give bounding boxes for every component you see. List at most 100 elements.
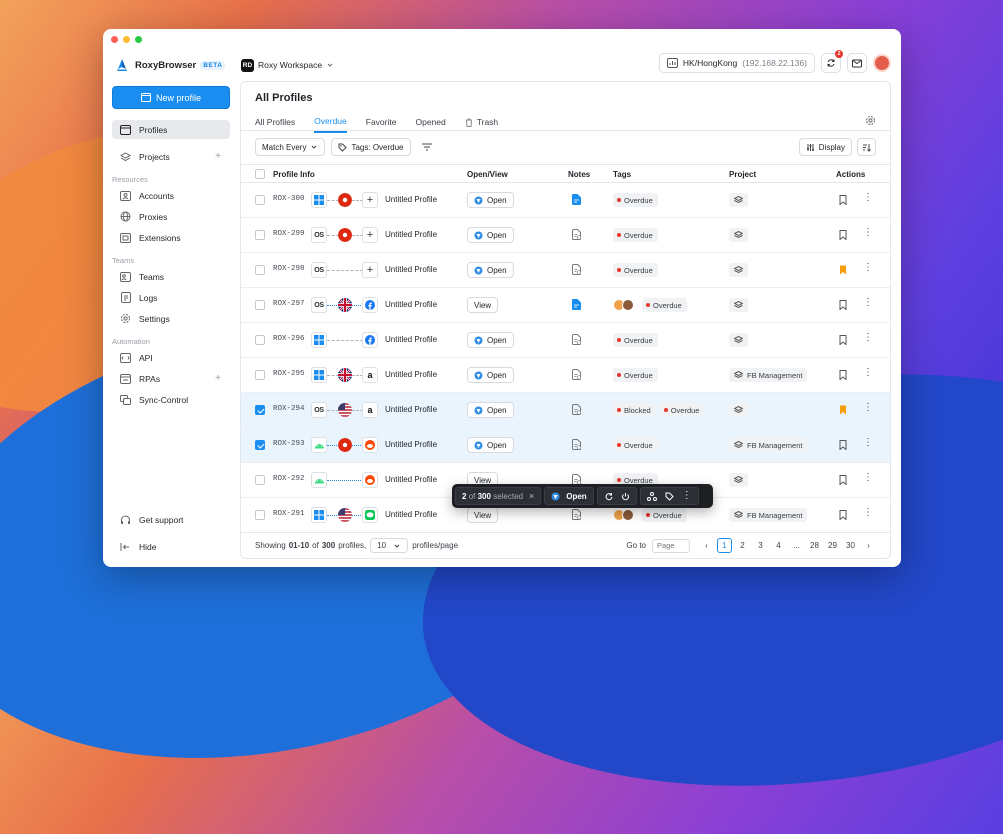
row-more-icon[interactable]: ⋮ [863, 508, 873, 518]
sidebar-item-settings[interactable]: Settings [112, 309, 230, 328]
project-chip[interactable] [729, 403, 748, 417]
add-note-icon[interactable] [572, 369, 581, 380]
power-icon[interactable] [621, 492, 630, 501]
page-size-select[interactable]: 10 [370, 538, 409, 553]
tag-chip[interactable]: Overdue [659, 403, 705, 417]
table-row[interactable]: ROX-295 a Untitled Profile Open Overdue FB Ma… [241, 358, 890, 393]
open-profile-button[interactable]: View [467, 297, 499, 313]
close-window-button[interactable] [111, 35, 118, 43]
open-profile-button[interactable]: Open [467, 402, 514, 418]
sidebar-item-rpas[interactable]: RPAs + [112, 369, 230, 388]
bookmark-filled-icon[interactable] [839, 265, 847, 275]
row-more-icon[interactable]: ⋮ [863, 193, 873, 203]
tag-chip[interactable]: Overdue [613, 193, 658, 207]
mail-button[interactable] [847, 53, 867, 73]
open-profile-button[interactable]: Open [467, 262, 514, 278]
row-checkbox[interactable] [255, 440, 265, 450]
row-more-icon[interactable]: ⋮ [863, 333, 873, 343]
bookmark-filled-icon[interactable] [839, 405, 847, 415]
add-note-icon[interactable] [572, 334, 581, 345]
note-filled-icon[interactable] [572, 194, 581, 205]
bookmark-icon[interactable] [839, 475, 847, 485]
add-project-icon[interactable]: + [215, 151, 221, 162]
filter-icon[interactable] [421, 142, 433, 152]
add-note-icon[interactable] [572, 439, 581, 450]
more-actions-icon[interactable]: ⋮ [682, 491, 692, 501]
sidebar-item-sync-control[interactable]: Sync-Control [112, 390, 230, 409]
share-icon[interactable] [646, 491, 657, 501]
page-button[interactable]: 1 [717, 538, 732, 553]
row-more-icon[interactable]: ⋮ [863, 403, 873, 413]
tags-filter[interactable]: Tags: Overdue [331, 138, 411, 156]
sidebar-item-logs[interactable]: Logs [112, 288, 230, 307]
table-row[interactable]: ROX-296 Untitled Profile Open Overdue ⋮ [241, 323, 890, 358]
project-chip[interactable] [729, 263, 748, 277]
page-button[interactable]: 4 [771, 538, 786, 553]
table-row[interactable]: ROX-298 OS + Untitled Profile Open Overdue ⋮ [241, 253, 890, 288]
bookmark-icon[interactable] [839, 370, 847, 380]
new-profile-button[interactable]: New profile [112, 86, 230, 109]
row-more-icon[interactable]: ⋮ [863, 368, 873, 378]
sidebar-item-extensions[interactable]: Extensions [112, 228, 230, 247]
open-profile-button[interactable]: Open [467, 192, 514, 208]
page-button[interactable]: 28 [807, 538, 822, 553]
tag-chip[interactable]: Overdue [613, 263, 658, 277]
proxy-indicator[interactable]: HK/HongKong (192.168.22.136) [658, 53, 815, 73]
bookmark-icon[interactable] [839, 335, 847, 345]
project-chip[interactable] [729, 193, 748, 207]
get-support-link[interactable]: Get support [112, 510, 230, 529]
open-profile-button[interactable]: Open [467, 332, 514, 348]
add-note-icon[interactable] [572, 509, 581, 520]
tag-chip[interactable]: Overdue [613, 438, 658, 452]
sync-button[interactable]: 2 [821, 50, 843, 73]
sidebar-item-accounts[interactable]: Accounts [112, 186, 230, 205]
bookmark-icon[interactable] [839, 230, 847, 240]
bookmark-icon[interactable] [839, 440, 847, 450]
tag-chip[interactable]: Overdue [613, 368, 658, 382]
add-rpa-icon[interactable]: + [215, 373, 221, 384]
row-checkbox[interactable] [255, 265, 265, 275]
clear-selection-icon[interactable]: × [529, 491, 534, 501]
row-checkbox[interactable] [255, 230, 265, 240]
tag-icon[interactable] [665, 492, 674, 501]
row-checkbox[interactable] [255, 475, 265, 485]
row-checkbox[interactable] [255, 300, 265, 310]
match-select[interactable]: Match Every [255, 138, 326, 156]
page-button[interactable]: 29 [825, 538, 840, 553]
sidebar-item-api[interactable]: API [112, 348, 230, 367]
project-chip[interactable] [729, 473, 748, 487]
row-checkbox[interactable] [255, 370, 265, 380]
row-checkbox[interactable] [255, 335, 265, 345]
page-button[interactable]: 30 [843, 538, 858, 553]
open-profile-button[interactable]: Open [467, 227, 514, 243]
project-chip[interactable] [729, 333, 748, 347]
sidebar-item-teams[interactable]: Teams [112, 267, 230, 286]
bookmark-icon[interactable] [839, 195, 847, 205]
goto-page-input[interactable] [652, 538, 690, 553]
sidebar-item-projects[interactable]: Projects + [112, 147, 230, 166]
row-more-icon[interactable]: ⋮ [863, 438, 873, 448]
sort-button[interactable] [857, 138, 876, 156]
row-checkbox[interactable] [255, 510, 265, 520]
sidebar-item-profiles[interactable]: Profiles [112, 120, 230, 139]
bulk-open-button[interactable]: Open [544, 487, 594, 505]
table-row[interactable]: ROX-300 + Untitled Profile Open Overdue ⋮ [241, 183, 890, 218]
page-button[interactable]: 2 [735, 538, 750, 553]
settings-gear-icon[interactable] [865, 115, 876, 126]
refresh-icon[interactable] [604, 492, 613, 501]
maximize-window-button[interactable] [135, 35, 142, 43]
project-chip[interactable]: FB Management [729, 438, 808, 452]
add-note-icon[interactable] [572, 229, 581, 240]
row-checkbox[interactable] [255, 195, 265, 205]
project-chip[interactable]: FB Management [729, 508, 808, 522]
minimize-window-button[interactable] [123, 35, 130, 43]
project-chip[interactable] [729, 228, 748, 242]
tag-chip[interactable]: Overdue [613, 333, 658, 347]
tag-chip[interactable]: Overdue [613, 228, 658, 242]
note-filled-icon[interactable] [572, 299, 581, 310]
project-chip[interactable]: FB Management [729, 368, 808, 382]
select-all-checkbox[interactable] [255, 169, 265, 179]
tag-chip[interactable]: Overdue [642, 298, 687, 312]
row-more-icon[interactable]: ⋮ [863, 263, 873, 273]
add-note-icon[interactable] [572, 264, 581, 275]
